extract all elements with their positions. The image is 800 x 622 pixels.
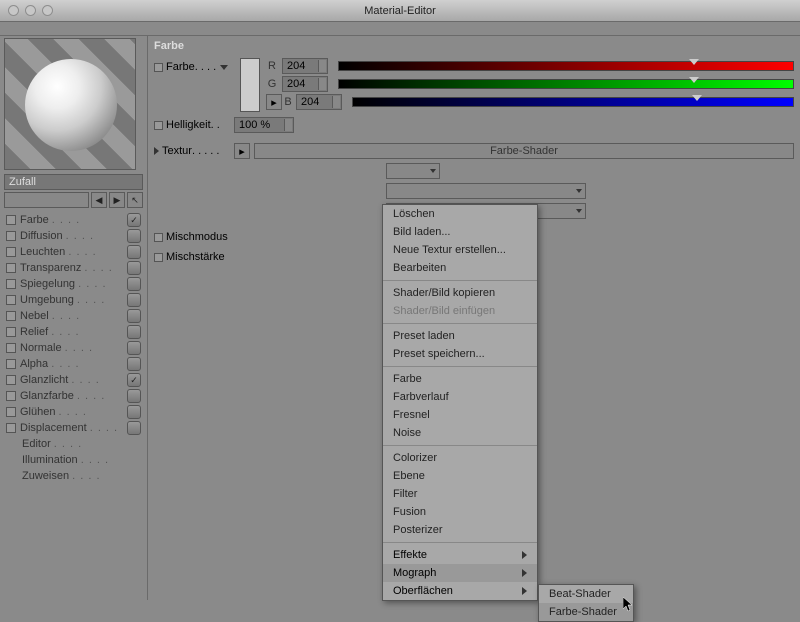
color-swatch[interactable] [240, 58, 260, 112]
texture-label: Textur. . . . . [154, 145, 234, 157]
material-preview[interactable] [4, 38, 136, 170]
texture-menu-button[interactable]: ▸ [234, 143, 250, 159]
menu-item[interactable]: Fusion [383, 503, 537, 521]
menu-item-oberflächen[interactable]: Oberflächen [383, 582, 537, 600]
menu-item[interactable]: Farbe [383, 370, 537, 388]
texture-field[interactable]: Farbe-Shader [254, 143, 794, 159]
subchannel-zuweisen[interactable]: Zuweisen . . . . [4, 468, 143, 484]
b-slider[interactable] [352, 97, 794, 107]
menu-item[interactable]: Filter [383, 485, 537, 503]
r-field[interactable]: 204 [282, 58, 328, 74]
cursor-icon [623, 597, 635, 613]
menu-item[interactable]: Löschen [383, 205, 537, 223]
menu-item[interactable]: Preset speichern... [383, 345, 537, 363]
menu-item[interactable]: Farbverlauf [383, 388, 537, 406]
channel-farbe[interactable]: Farbe . . . .✓ [4, 212, 143, 228]
menu-item[interactable]: Noise [383, 424, 537, 442]
submenu-item[interactable]: Farbe-Shader [539, 603, 633, 621]
submenu-item[interactable]: Beat-Shader [539, 585, 633, 603]
menu-item: Shader/Bild einfügen [383, 302, 537, 320]
channel-transparenz[interactable]: Transparenz . . . . [4, 260, 143, 276]
menu-item[interactable]: Ebene [383, 467, 537, 485]
r-label: R [266, 60, 278, 72]
subchannel-editor[interactable]: Editor . . . . [4, 436, 143, 452]
picker-icon[interactable]: ↖ [127, 192, 143, 208]
sampling-dropdown[interactable] [386, 163, 440, 179]
material-dropdown[interactable] [4, 192, 89, 208]
prev-button[interactable]: ◀ [91, 192, 107, 208]
toolbar [0, 22, 800, 36]
channel-normale[interactable]: Normale . . . . [4, 340, 143, 356]
brightness-field[interactable]: 100 % [234, 117, 294, 133]
color-label: Farbe. . . . [154, 61, 234, 73]
window-title: Material-Editor [0, 5, 800, 17]
channel-glühen[interactable]: Glühen . . . . [4, 404, 143, 420]
g-label: G [266, 78, 278, 90]
blur-dropdown[interactable] [386, 183, 586, 199]
menu-item[interactable]: Preset laden [383, 327, 537, 345]
channel-glanzfarbe[interactable]: Glanzfarbe . . . . [4, 388, 143, 404]
mixmode-label: Mischmodus [154, 231, 234, 243]
menu-item-effekte[interactable]: Effekte [383, 546, 537, 564]
b-label: B [284, 96, 292, 108]
channel-relief[interactable]: Relief . . . . [4, 324, 143, 340]
g-field[interactable]: 204 [282, 76, 328, 92]
mograph-submenu: Beat-ShaderFarbe-Shader [538, 584, 634, 622]
channel-diffusion[interactable]: Diffusion . . . . [4, 228, 143, 244]
channel-spiegelung[interactable]: Spiegelung . . . . [4, 276, 143, 292]
channel-nebel[interactable]: Nebel . . . . [4, 308, 143, 324]
texture-context-menu: LöschenBild laden...Neue Textur erstelle… [382, 204, 538, 601]
menu-item[interactable]: Posterizer [383, 521, 537, 539]
channel-glanzlicht[interactable]: Glanzlicht . . . .✓ [4, 372, 143, 388]
panel-title: Farbe [154, 40, 794, 52]
subchannel-illumination[interactable]: Illumination . . . . [4, 452, 143, 468]
menu-item[interactable]: Bild laden... [383, 223, 537, 241]
menu-item[interactable]: Colorizer [383, 449, 537, 467]
channel-alpha[interactable]: Alpha . . . . [4, 356, 143, 372]
channel-umgebung[interactable]: Umgebung . . . . [4, 292, 143, 308]
preview-sphere [25, 59, 117, 151]
g-slider[interactable] [338, 79, 794, 89]
r-slider[interactable] [338, 61, 794, 71]
color-mode-button[interactable]: ▸ [266, 94, 282, 110]
menu-item[interactable]: Neue Textur erstellen... [383, 241, 537, 259]
channel-displacement[interactable]: Displacement . . . . [4, 420, 143, 436]
menu-item[interactable]: Bearbeiten [383, 259, 537, 277]
channel-leuchten[interactable]: Leuchten . . . . [4, 244, 143, 260]
material-name[interactable]: Zufall [4, 174, 143, 190]
titlebar: Material-Editor [0, 0, 800, 22]
sidebar: Zufall ◀ ▶ ↖ Farbe . . . .✓Diffusion . .… [0, 36, 148, 600]
mixstrength-label: Mischstärke [154, 251, 234, 263]
properties-panel: Farbe Farbe. . . . R 204 G 204 ▸ [148, 36, 800, 600]
b-field[interactable]: 204 [296, 94, 342, 110]
menu-item-mograph[interactable]: Mograph [383, 564, 537, 582]
menu-item[interactable]: Shader/Bild kopieren [383, 284, 537, 302]
next-button[interactable]: ▶ [109, 192, 125, 208]
menu-item[interactable]: Fresnel [383, 406, 537, 424]
brightness-label: Helligkeit . . [154, 119, 234, 131]
